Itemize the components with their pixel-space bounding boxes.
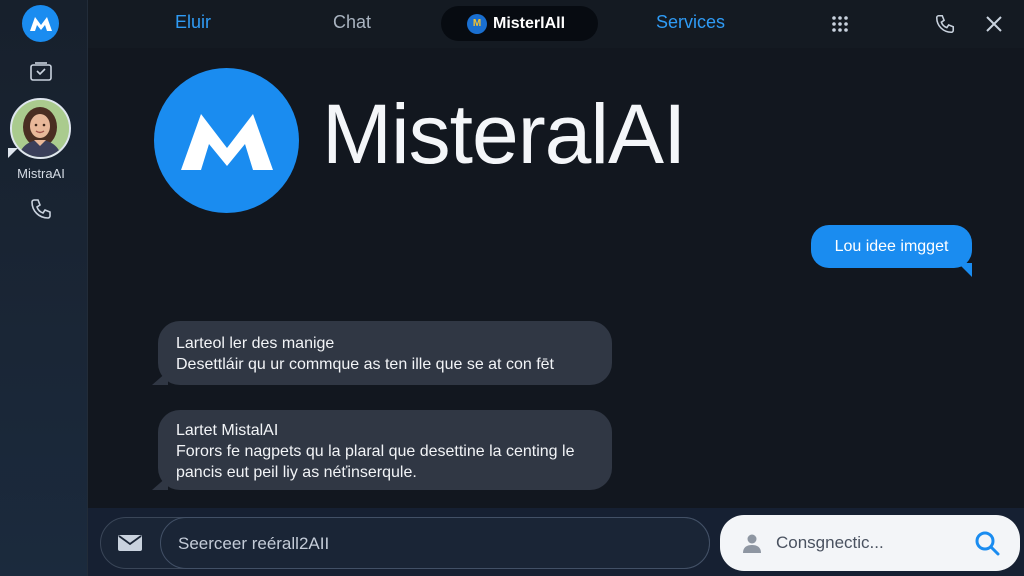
close-icon[interactable] xyxy=(982,12,1006,36)
top-nav-bar: Eluir Chat M MisterlAll Services xyxy=(88,0,1024,48)
tab-services[interactable]: Services xyxy=(656,12,725,33)
hero-logo-icon xyxy=(154,68,299,213)
phone-icon[interactable] xyxy=(28,196,54,222)
bubble-tail xyxy=(958,263,972,277)
left-rail: MistraAI xyxy=(0,0,88,576)
search-icon[interactable] xyxy=(972,528,1002,558)
hero-title: MisteralAI xyxy=(322,87,686,181)
message-line: Larteol ler des manige xyxy=(176,335,335,352)
mistral-logo-icon[interactable] xyxy=(22,5,59,42)
tab-label: MisterlAll xyxy=(493,14,566,32)
tab-eluir[interactable]: Eluir xyxy=(175,12,211,33)
mistral-mini-logo-icon: M xyxy=(467,13,487,34)
bubble-tail xyxy=(152,476,168,490)
message-line: Forors fe nagpets qu la plaral que deset… xyxy=(176,443,575,460)
message-line: pancis eut peil liy as néťinserqule. xyxy=(176,464,417,481)
avatar-tail xyxy=(8,148,18,158)
message-input[interactable] xyxy=(178,531,678,557)
message-line: Lartet MistalAI xyxy=(176,422,279,439)
bubble-tail xyxy=(152,371,168,385)
search-input[interactable] xyxy=(776,531,956,555)
mail-icon[interactable] xyxy=(116,531,144,555)
tab-chat[interactable]: Chat xyxy=(333,12,371,33)
grid-icon[interactable] xyxy=(828,12,852,36)
tab-misterlall[interactable]: M MisterlAll xyxy=(441,6,598,41)
user-icon xyxy=(740,531,764,555)
message-line: Desettláir qu ur commque as ten ille que… xyxy=(176,356,554,373)
message-user: Lou idee imgget xyxy=(811,225,972,277)
phone-icon[interactable] xyxy=(933,12,957,36)
avatar[interactable] xyxy=(10,98,71,159)
inbox-icon[interactable] xyxy=(28,58,54,84)
message-text: Lou idee imgget xyxy=(834,237,949,255)
message-bot: Larteol ler des manige Desettláir qu ur … xyxy=(152,321,612,385)
profile-label: MistraAI xyxy=(17,166,65,181)
message-bot: Lartet MistalAI Forors fe nagpets qu la … xyxy=(152,410,612,490)
app-window: MistraAI Eluir Chat M MisterlAll Service… xyxy=(0,0,1024,576)
